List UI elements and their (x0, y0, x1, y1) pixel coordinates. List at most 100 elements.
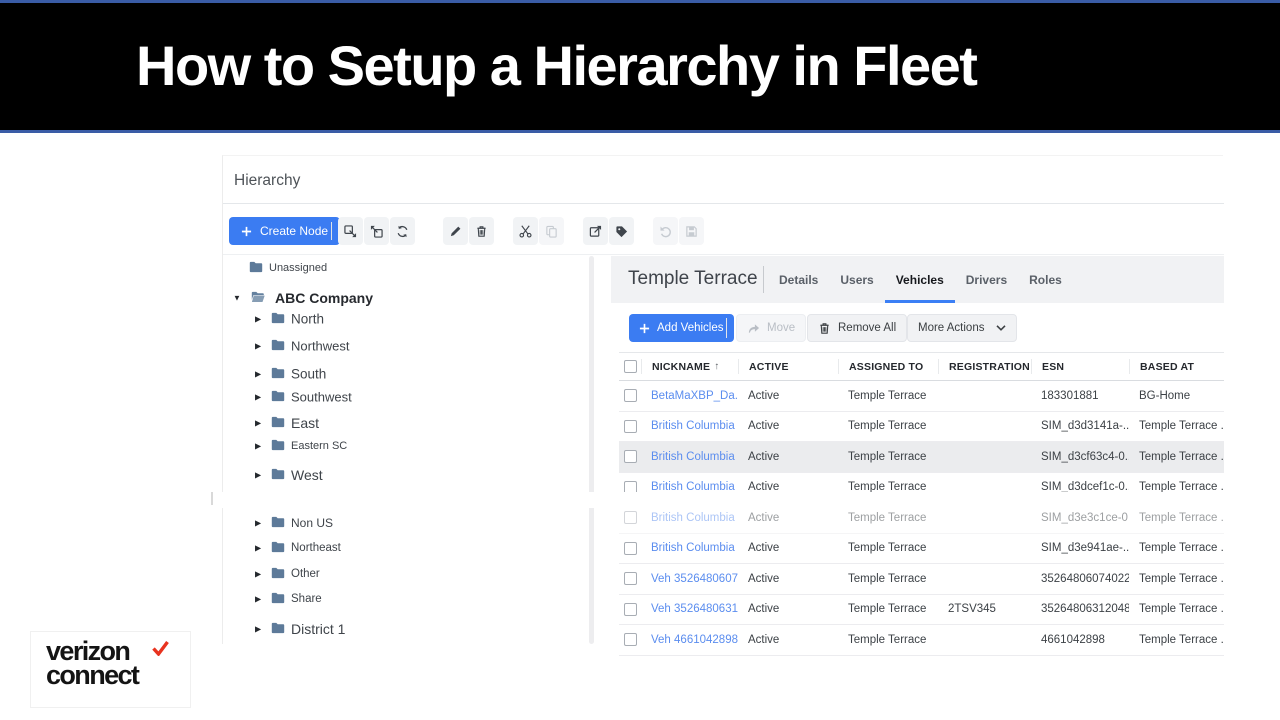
row-checkbox[interactable] (624, 450, 637, 463)
tab-details[interactable]: Details (768, 256, 829, 303)
expand-arrow-icon[interactable]: ▶ (255, 370, 261, 379)
refresh-icon (396, 225, 409, 238)
tree-node-district-1[interactable]: ▶District 1 (223, 620, 593, 638)
vehicle-link[interactable]: BetaMaXBP_Da... (641, 390, 738, 402)
expand-arrow-icon[interactable]: ▶ (255, 595, 261, 604)
tree-node-east[interactable]: ▶East (223, 414, 593, 432)
delete-icon (475, 225, 488, 238)
tree-node-eastern-sc[interactable]: ▶ Eastern SC (223, 437, 593, 455)
screenshot-seam (205, 492, 1280, 508)
create-node-label: Create Node (260, 224, 328, 238)
expand-arrow-icon[interactable]: ▶ (255, 342, 261, 351)
save-button[interactable] (679, 217, 704, 245)
tree-node-northeast[interactable]: ▶Northeast (223, 539, 593, 557)
cut-button[interactable] (513, 217, 538, 245)
tree-node-southwest[interactable]: ▶Southwest (223, 388, 593, 406)
tree-node-south[interactable]: ▶South (223, 365, 593, 383)
column-header-active[interactable]: ACTIVE (738, 359, 838, 374)
row-checkbox[interactable] (624, 633, 637, 646)
vehicle-link[interactable]: British Columbia ... (641, 451, 738, 463)
expand-arrow-icon[interactable]: ▶ (255, 625, 261, 634)
expand-arrow-icon[interactable]: ▶ (255, 471, 261, 480)
vehicle-link[interactable]: British Columbia ... (641, 512, 738, 524)
expand-arrow-icon[interactable]: ▶ (255, 442, 261, 451)
save-icon (685, 225, 698, 238)
tree-node-west[interactable]: ▶West (223, 466, 593, 484)
select-area-button[interactable] (338, 217, 363, 245)
row-checkbox[interactable] (624, 420, 637, 433)
tree-node-label: Share (291, 593, 322, 605)
vehicle-link[interactable]: British Columbia ... (641, 420, 738, 432)
row-checkbox[interactable] (624, 603, 637, 616)
vehicle-link[interactable]: British Columbia ... (641, 542, 738, 554)
tag-button[interactable] (609, 217, 634, 245)
folder-icon (271, 416, 285, 428)
tree-node-north[interactable]: ▶North (223, 310, 593, 328)
undo-button[interactable] (653, 217, 678, 245)
table-row[interactable]: Veh 3526480631...ActiveTemple Terrace2TS… (619, 595, 1224, 626)
paste-button[interactable] (539, 217, 564, 245)
row-checkbox-cell (619, 450, 641, 463)
expand-arrow-icon[interactable]: ▶ (255, 519, 261, 528)
refresh-button[interactable] (390, 217, 415, 245)
tree-node-northwest[interactable]: ▶Northwest (223, 337, 593, 355)
cell-esn: SIM_d3cf63c4-0... (1031, 451, 1129, 463)
expand-arrow-icon[interactable]: ▶ (255, 315, 261, 324)
cut-icon (519, 225, 532, 238)
table-row[interactable]: British Columbia ...ActiveTemple Terrace… (619, 442, 1224, 473)
row-checkbox[interactable] (624, 511, 637, 524)
tree-node-non-us[interactable]: ▶Non US (223, 514, 593, 532)
collapse-arrow-icon[interactable]: ▼ (233, 294, 241, 303)
table-row[interactable]: Veh 4661042898ActiveTemple Terrace466104… (619, 625, 1224, 656)
tree-node-unassigned[interactable]: Unassigned (223, 259, 593, 277)
remove-all-button[interactable]: Remove All (807, 314, 907, 342)
add-vehicles-button[interactable]: Add Vehicles (629, 314, 734, 342)
create-node-button[interactable]: Create Node (229, 217, 340, 245)
edit-button[interactable] (443, 217, 468, 245)
column-header-label: ACTIVE (749, 361, 789, 373)
row-checkbox[interactable] (624, 389, 637, 402)
delete-button[interactable] (469, 217, 494, 245)
expand-arrow-icon[interactable]: ▶ (255, 419, 261, 428)
cell-assigned-to: Temple Terrace (838, 603, 938, 615)
node-detail-panel: Temple Terrace DetailsUsersVehiclesDrive… (611, 256, 1224, 645)
tree-node-abc-company[interactable]: ▼ ABC Company (223, 289, 593, 307)
cell-active: Active (738, 573, 838, 585)
tab-vehicles[interactable]: Vehicles (885, 256, 955, 303)
folder-icon (271, 367, 285, 379)
tab-roles[interactable]: Roles (1018, 256, 1073, 303)
page: { "banner": { "title": "How to Setup a H… (0, 0, 1280, 720)
tree-node-other[interactable]: ▶Other (223, 565, 593, 583)
column-header-esn[interactable]: ESN (1031, 359, 1129, 374)
more-actions-button[interactable]: More Actions (907, 314, 1017, 342)
column-header-nickname[interactable]: NICKNAME↑ (641, 359, 738, 374)
row-checkbox[interactable] (624, 542, 637, 555)
select-all-checkbox[interactable] (624, 360, 637, 373)
tree-node-share[interactable]: ▶ Share (223, 590, 593, 608)
cell-assigned-to: Temple Terrace (838, 634, 938, 646)
tab-users[interactable]: Users (829, 256, 884, 303)
tree-node-label: ABC Company (275, 290, 373, 306)
table-row[interactable]: British Columbia ...ActiveTemple Terrace… (619, 534, 1224, 565)
column-header-registration[interactable]: REGISTRATION (938, 359, 1031, 374)
select-node-button[interactable] (364, 217, 389, 245)
table-row[interactable]: BetaMaXBP_Da...ActiveTemple Terrace18330… (619, 381, 1224, 412)
move-button[interactable]: Move (736, 314, 806, 342)
table-row[interactable]: Veh 3526480607...ActiveTemple Terrace352… (619, 564, 1224, 595)
cell-active: Active (738, 420, 838, 432)
column-header-based-at[interactable]: BASED AT (1129, 359, 1224, 374)
row-checkbox[interactable] (624, 572, 637, 585)
seam-tick (211, 492, 213, 505)
select-node-icon (370, 225, 383, 238)
vehicle-link[interactable]: Veh 3526480607... (641, 573, 738, 585)
expand-arrow-icon[interactable]: ▶ (255, 544, 261, 553)
move-node-button[interactable] (583, 217, 608, 245)
tree-node-label: Eastern SC (291, 440, 347, 452)
table-row[interactable]: British Columbia ...ActiveTemple Terrace… (619, 412, 1224, 443)
tab-drivers[interactable]: Drivers (955, 256, 1018, 303)
vehicle-link[interactable]: Veh 3526480631... (641, 603, 738, 615)
column-header-assigned-to[interactable]: ASSIGNED TO (838, 359, 938, 374)
expand-arrow-icon[interactable]: ▶ (255, 393, 261, 402)
vehicle-link[interactable]: Veh 4661042898 (641, 634, 738, 646)
expand-arrow-icon[interactable]: ▶ (255, 570, 261, 579)
